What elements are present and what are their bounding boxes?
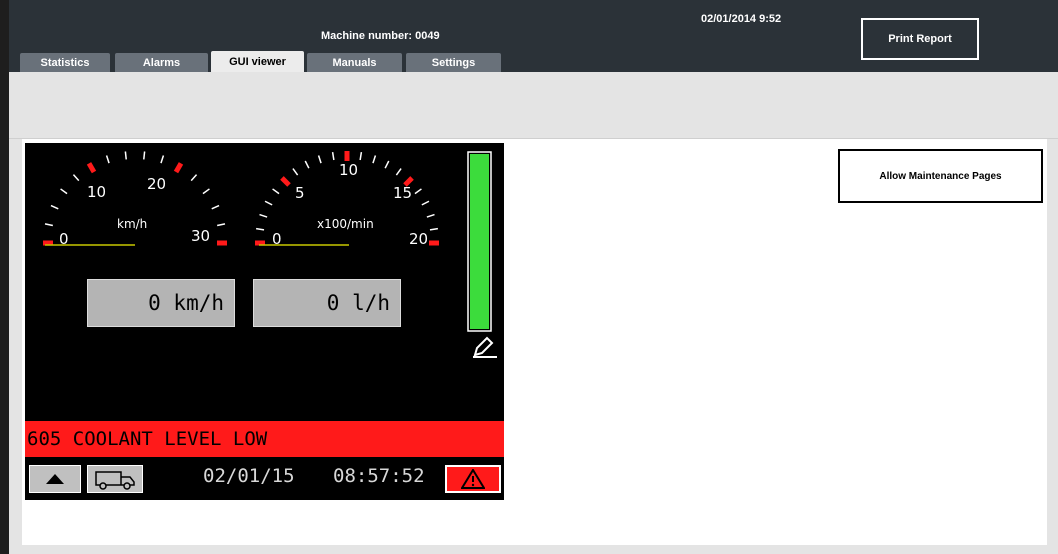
gauge-tick [395, 168, 402, 176]
gauge-tick [331, 152, 335, 161]
gauge-tick [384, 160, 390, 169]
fuel-readout-unit: l/h [352, 291, 390, 315]
gauge-tick [256, 227, 265, 231]
truck-icon [95, 471, 135, 490]
gauge-tick [60, 188, 68, 195]
speed-tick-label: 30 [191, 227, 210, 245]
window-frame-left [0, 0, 9, 554]
tab-manuals[interactable]: Manuals [307, 53, 402, 72]
gauge-tick [50, 204, 59, 210]
gauge-tick [44, 223, 53, 227]
gauge-tick [190, 174, 198, 182]
gauge-tick [292, 168, 299, 176]
gauge-tick [259, 213, 268, 218]
machine-number-label: Machine number: 0049 [321, 30, 440, 42]
gauge-tick-major [280, 176, 291, 187]
vehicle-view-button[interactable] [87, 465, 143, 493]
speed-tick-label: 20 [147, 175, 166, 193]
tab-gui-viewer[interactable]: GUI viewer [211, 51, 304, 72]
scroll-up-button[interactable] [29, 465, 81, 493]
gauge-tick [72, 174, 80, 182]
status-bar: 02/01/15 08:57:52 [25, 457, 504, 500]
level-bar-fill [470, 154, 489, 329]
speed-readout-value: 0 [148, 291, 161, 315]
fuel-readout: 0 l/h [253, 279, 401, 327]
rpm-tick-label: 5 [295, 184, 305, 202]
tab-alarms[interactable]: Alarms [115, 53, 208, 72]
status-date: 02/01/15 [203, 465, 295, 487]
speed-unit-label: km/h [117, 217, 147, 231]
print-report-button[interactable]: Print Report [861, 18, 979, 60]
gauge-tick [359, 152, 363, 161]
gauge-tick [124, 151, 127, 160]
fuel-readout-value: 0 [326, 291, 340, 315]
toolbar-area [9, 72, 1058, 139]
gauge-tick [429, 227, 438, 231]
gauge-tick [426, 213, 435, 218]
gauge-tick [160, 155, 165, 164]
warning-triangle-icon [461, 469, 485, 489]
rpm-tick-label: 0 [272, 230, 282, 248]
rpm-tick-label: 15 [393, 184, 412, 202]
warning-button[interactable] [445, 465, 501, 493]
gui-viewer-screen: km/h x100/min 0 10 20 30 0 5 10 15 20 0 … [25, 143, 504, 500]
speed-tick-label: 10 [87, 183, 106, 201]
tab-settings[interactable]: Settings [406, 53, 501, 72]
chevron-up-icon [46, 474, 64, 484]
gauge-tick [317, 155, 322, 164]
gauge-tick-major [173, 162, 184, 174]
gauge-tick [272, 188, 280, 195]
rpm-tick-label: 20 [409, 230, 428, 248]
allow-maintenance-pages-button[interactable]: Allow Maintenance Pages [838, 149, 1043, 203]
gauge-tick [217, 223, 226, 227]
speed-readout: 0 km/h [87, 279, 235, 327]
gauge-tick [105, 155, 110, 164]
alarm-message-bar: 605 COOLANT LEVEL LOW [25, 421, 504, 457]
gauge-tick [211, 204, 220, 210]
gauge-tick-major [86, 162, 97, 174]
gauge-tick [143, 151, 146, 160]
rpm-tick-label: 10 [339, 161, 358, 179]
gauge-tick [202, 188, 210, 195]
gauge-tick [372, 155, 377, 164]
speed-readout-unit: km/h [173, 291, 224, 315]
status-time: 08:57:52 [333, 465, 425, 487]
gauge-tick [264, 200, 273, 206]
header-datetime: 02/01/2014 9:52 [701, 13, 782, 25]
speed-tick-label: 0 [59, 230, 69, 248]
pencil-icon[interactable] [473, 336, 497, 358]
gauge-tick [304, 160, 310, 169]
tab-statistics[interactable]: Statistics [20, 53, 110, 72]
gauge-tick [421, 200, 430, 206]
rpm-unit-label: x100/min [317, 217, 374, 231]
gauge-tick [414, 188, 422, 195]
